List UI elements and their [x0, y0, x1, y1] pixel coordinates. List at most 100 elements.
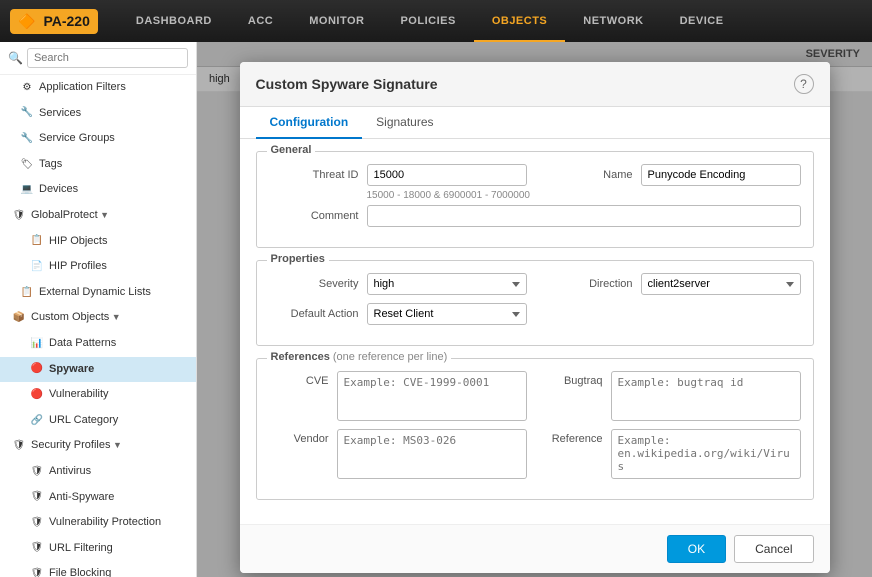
general-section: General Threat ID Name 15000 - 18000: [256, 151, 814, 248]
nav-item-dashboard[interactable]: DASHBOARD: [118, 0, 230, 42]
sidebar-item-url-category[interactable]: 🔗URL Category: [0, 408, 196, 434]
direction-label: Direction: [543, 278, 633, 290]
reference-input[interactable]: [611, 429, 801, 479]
references-hint: (one reference per line): [333, 351, 447, 363]
globalprotect-icon: 🛡: [12, 209, 26, 223]
vendor-label: Vendor: [269, 429, 329, 445]
modal-header: Custom Spyware Signature ?: [240, 62, 830, 107]
sidebar-item-external-dynamic-lists[interactable]: 📋External Dynamic Lists: [0, 280, 196, 306]
sidebar-item-url-filtering[interactable]: 🛡URL Filtering: [0, 536, 196, 562]
reference-group: Reference: [543, 429, 801, 479]
modal-title: Custom Spyware Signature: [256, 76, 438, 92]
comment-input[interactable]: [367, 205, 801, 227]
service-groups-icon: 🔧: [20, 132, 34, 146]
nav-items: DASHBOARDACCMONITORPOLICIESOBJECTSNETWOR…: [118, 0, 862, 42]
vulnerability-icon: 🔴: [30, 388, 44, 402]
hip-profiles-icon: 📄: [30, 260, 44, 274]
modal-overlay: Custom Spyware Signature ? Configuration…: [197, 42, 872, 577]
vendor-input[interactable]: [337, 429, 527, 479]
name-group: Name: [543, 164, 801, 186]
severity-direction-row: Severity high low medium critical inform…: [269, 273, 801, 295]
sidebar-item-devices[interactable]: 💻Devices: [0, 177, 196, 203]
comment-row: Comment: [269, 205, 801, 227]
sidebar-item-custom-objects[interactable]: 📦Custom Objects ▼: [0, 305, 196, 331]
app-filter-icon: ⚙: [20, 81, 34, 95]
expand-arrow-icon: ▼: [109, 312, 120, 322]
sidebar-item-globalprotect[interactable]: 🛡GlobalProtect ▼: [0, 203, 196, 229]
default-action-label: Default Action: [269, 308, 359, 320]
nav-item-objects[interactable]: OBJECTS: [474, 0, 565, 42]
default-action-row: Default Action Reset Client Reset Server…: [269, 303, 801, 325]
sidebar-item-antivirus[interactable]: 🛡Antivirus: [0, 459, 196, 485]
sidebar-item-hip-objects[interactable]: 📋HIP Objects: [0, 229, 196, 255]
sidebar-item-tags[interactable]: 🏷Tags: [0, 152, 196, 178]
vendor-group: Vendor: [269, 429, 527, 479]
modal-help-button[interactable]: ?: [794, 74, 814, 94]
sidebar-item-vulnerability-protection[interactable]: 🛡Vulnerability Protection: [0, 510, 196, 536]
url-filtering-icon: 🛡: [30, 541, 44, 555]
bugtraq-input[interactable]: [611, 371, 801, 421]
cve-input[interactable]: [337, 371, 527, 421]
sidebar-item-spyware[interactable]: 🔴Spyware: [0, 357, 196, 383]
threat-id-input[interactable]: [367, 164, 527, 186]
data-patterns-icon: 📊: [30, 337, 44, 351]
name-input[interactable]: [641, 164, 801, 186]
severity-select[interactable]: high low medium critical informational: [367, 273, 527, 295]
sidebar-item-anti-spyware[interactable]: 🛡Anti-Spyware: [0, 485, 196, 511]
bugtraq-group: Bugtraq: [543, 371, 801, 421]
sidebar-item-security-profiles[interactable]: 🛡Security Profiles ▼: [0, 433, 196, 459]
nav-item-monitor[interactable]: MONITOR: [291, 0, 382, 42]
tab-configuration[interactable]: Configuration: [256, 107, 363, 139]
devices-icon: 💻: [20, 183, 34, 197]
modal-body: General Threat ID Name 15000 - 18000: [240, 139, 830, 524]
search-bar: 🔍: [0, 42, 196, 75]
nav-item-network[interactable]: NETWORK: [565, 0, 661, 42]
sidebar-item-file-blocking[interactable]: 🛡File Blocking: [0, 561, 196, 577]
search-input[interactable]: [27, 48, 188, 68]
threat-id-label: Threat ID: [269, 169, 359, 181]
cancel-button[interactable]: Cancel: [734, 535, 813, 563]
nav-item-policies[interactable]: POLICIES: [382, 0, 473, 42]
references-section-label: References (one reference per line): [267, 351, 452, 363]
sidebar: 🔍 ⚙Application Filters🔧Services🔧Service …: [0, 42, 197, 577]
nav-item-device[interactable]: DEVICE: [662, 0, 742, 42]
external-dynamic-icon: 📋: [20, 286, 34, 300]
logo-text: PA-220: [43, 13, 89, 29]
vuln-protection-icon: 🛡: [30, 516, 44, 530]
security-profiles-icon: 🛡: [12, 439, 26, 453]
properties-section-label: Properties: [267, 253, 329, 265]
severity-label: Severity: [269, 278, 359, 290]
cve-label: CVE: [269, 371, 329, 387]
default-action-select[interactable]: Reset Client Reset Server Reset Both Blo…: [367, 303, 527, 325]
expand-arrow-icon: ▼: [110, 440, 121, 450]
direction-select[interactable]: client2server server2client both: [641, 273, 801, 295]
name-label: Name: [543, 169, 633, 181]
sidebar-item-services[interactable]: 🔧Services: [0, 101, 196, 127]
expand-arrow-icon: ▼: [98, 210, 109, 220]
top-nav: 🔶 PA-220 DASHBOARDACCMONITORPOLICIESOBJE…: [0, 0, 872, 42]
sidebar-item-application-filters[interactable]: ⚙Application Filters: [0, 75, 196, 101]
nav-item-acc[interactable]: ACC: [230, 0, 291, 42]
threat-id-group: Threat ID: [269, 164, 527, 186]
sidebar-item-vulnerability[interactable]: 🔴Vulnerability: [0, 382, 196, 408]
tags-icon: 🏷: [20, 158, 34, 172]
modal-footer: OK Cancel: [240, 524, 830, 573]
sidebar-item-hip-profiles[interactable]: 📄HIP Profiles: [0, 254, 196, 280]
sidebar-item-service-groups[interactable]: 🔧Service Groups: [0, 126, 196, 152]
ok-button[interactable]: OK: [667, 535, 726, 563]
sidebar-items-list: ⚙Application Filters🔧Services🔧Service Gr…: [0, 75, 196, 577]
vendor-reference-row: Vendor Reference: [269, 429, 801, 479]
antivirus-icon: 🛡: [30, 465, 44, 479]
comment-group: Comment: [269, 205, 801, 227]
custom-objects-icon: 📦: [12, 311, 26, 325]
anti-spyware-icon: 🛡: [30, 490, 44, 504]
logo[interactable]: 🔶 PA-220: [10, 9, 98, 34]
tab-signatures[interactable]: Signatures: [362, 107, 447, 139]
spyware-icon: 🔴: [30, 362, 44, 376]
references-section: References (one reference per line) CVE …: [256, 358, 814, 500]
main-layout: 🔍 ⚙Application Filters🔧Services🔧Service …: [0, 42, 872, 577]
bugtraq-label: Bugtraq: [543, 371, 603, 387]
services-icon: 🔧: [20, 106, 34, 120]
direction-group: Direction client2server server2client bo…: [543, 273, 801, 295]
sidebar-item-data-patterns[interactable]: 📊Data Patterns: [0, 331, 196, 357]
